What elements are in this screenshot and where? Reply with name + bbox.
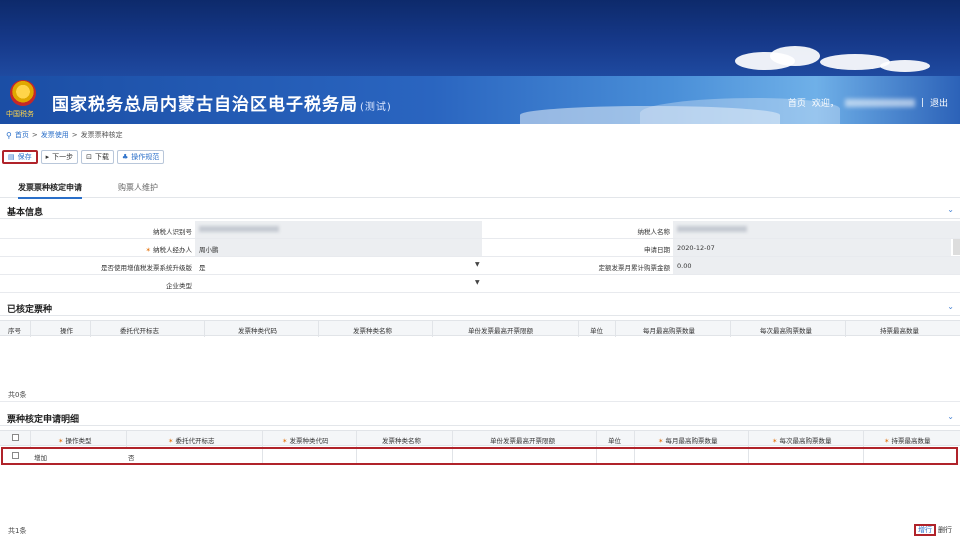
col-header: 单份发票最高开票限额 <box>490 437 555 445</box>
col-header: ✶ 操作类型 <box>58 437 92 445</box>
delete-row-button[interactable]: 删行 <box>938 525 952 535</box>
download-button[interactable]: ⊡ 下载 <box>81 150 115 164</box>
logout-link[interactable]: 退出 <box>930 96 948 109</box>
select-all-checkbox[interactable] <box>12 434 19 443</box>
col-header: ✶ 每次最高购票数量 <box>772 437 832 445</box>
side-scroll-handle[interactable] <box>953 239 960 255</box>
welcome-text: 欢迎， <box>811 99 839 109</box>
tab-buyer-maintain[interactable]: 购票人维护 <box>118 182 158 193</box>
approved-types-header[interactable]: 已核定票种 ⌄ <box>0 300 960 316</box>
site-title: 国家税务总局内蒙古自治区电子税务局 (测试) <box>52 95 392 115</box>
row-agent-flag[interactable]: 否 <box>128 452 135 462</box>
company-type-select[interactable] <box>195 275 482 292</box>
col-header: ✶ 发票种类代码 <box>282 437 329 445</box>
location-pin-icon: ⚲ <box>6 130 12 140</box>
taxpayer-id-value <box>195 221 482 238</box>
arrow-right-icon: ▸ <box>45 153 50 161</box>
col-header: ✶ 持票最高数量 <box>884 437 931 445</box>
col-header: 单位 <box>590 327 603 335</box>
chevron-down-icon[interactable]: ⌄ <box>947 205 954 214</box>
tax-emblem-icon <box>10 80 36 106</box>
header-sky <box>0 0 960 76</box>
taxpayer-name-label: 纳税人名称 <box>637 228 671 236</box>
detail-count: 共1条 <box>8 527 27 535</box>
col-header: 单份发票最高开票限额 <box>468 327 533 335</box>
save-button[interactable]: ▤ 保存 <box>2 150 38 164</box>
col-header: 操作 <box>60 327 73 335</box>
col-header: 发票种类代码 <box>238 327 277 335</box>
company-type-label: 企业类型 <box>166 282 192 290</box>
apply-date-value: 2020-12-07 <box>673 239 951 256</box>
tab-bar: 发票票种核定申请 购票人维护 <box>0 178 960 199</box>
home-link[interactable]: 首页 <box>788 96 806 109</box>
col-header: 每次最高购票数量 <box>760 327 812 335</box>
form-row-2: ✶ 纳税人经办人 周小鹏 申请日期 2020-12-07 <box>0 239 960 257</box>
breadcrumb-current: 发票票种核定 <box>80 131 123 139</box>
upgrade-select[interactable]: 是 <box>195 257 482 274</box>
form-row-3: 是否使用增值税发票系统升级版 是 ▼ 定额发票月累计购票金额 0.00 <box>0 257 960 275</box>
col-header: 发票种类名称 <box>382 437 421 445</box>
user-area: 首页 欢迎， | 退出 <box>787 96 948 110</box>
col-header: 每月最高购票数量 <box>643 327 695 335</box>
breadcrumb-invoice-use[interactable]: 发票使用 <box>41 130 69 140</box>
chevron-down-icon[interactable]: ⌄ <box>947 302 954 311</box>
toolbar: ▤ 保存 ▸ 下一步 ⊡ 下载 ♣ 操作规范 <box>2 150 165 164</box>
tab-apply[interactable]: 发票票种核定申请 <box>18 182 82 199</box>
detail-grid-header: ✶ 操作类型 ✶ 委托代开标志 ✶ 发票种类代码 发票种类名称 单份发票最高开票… <box>0 430 960 447</box>
save-icon: ▤ <box>8 153 15 161</box>
header-banner: 中国税务 国家税务总局内蒙古自治区电子税务局 (测试) 首页 欢迎， | 退出 <box>0 76 960 124</box>
col-header: 序号 <box>8 327 21 335</box>
col-header: ✶ 委托代开标志 <box>168 437 215 445</box>
table-row[interactable]: 增加 否 <box>0 449 960 463</box>
col-header: ✶ 每月最高购票数量 <box>658 437 718 445</box>
guide-button[interactable]: ♣ 操作规范 <box>117 150 165 164</box>
username-blurred <box>844 98 915 107</box>
col-header: 单位 <box>608 437 621 445</box>
agent-value: 周小鹏 <box>195 239 482 256</box>
people-icon: ♣ <box>122 153 129 161</box>
next-step-button[interactable]: ▸ 下一步 <box>40 150 79 164</box>
taxpayer-name-value <box>673 221 960 238</box>
basic-info-header[interactable]: 基本信息 ⌄ <box>0 203 960 219</box>
chevron-down-icon[interactable]: ⌄ <box>947 412 954 421</box>
form-row-1: 纳税人识别号 纳税人名称 <box>0 221 960 239</box>
taxpayer-id-label: 纳税人识别号 <box>153 228 192 236</box>
approved-grid-header: 序号 操作 委托代开标志 发票种类代码 发票种类名称 单份发票最高开票限额 单位… <box>0 320 960 337</box>
breadcrumb: ⚲ 首页 > 发票使用 > 发票票种核定 <box>6 130 123 140</box>
emblem-text: 中国税务 <box>6 110 34 118</box>
detail-header[interactable]: 票种核定申请明细 ⌄ <box>0 410 960 426</box>
quota-value: 0.00 <box>673 257 960 274</box>
form-row-4: 企业类型 ▼ <box>0 275 960 293</box>
dropdown-caret-icon[interactable]: ▼ <box>475 279 480 286</box>
apply-date-label: 申请日期 <box>644 246 670 254</box>
agent-label: ✶ 纳税人经办人 <box>145 246 192 254</box>
row-checkbox[interactable] <box>12 452 19 461</box>
dropdown-caret-icon[interactable]: ▼ <box>475 261 480 268</box>
col-header: 发票种类名称 <box>353 327 392 335</box>
col-header: 持票最高数量 <box>880 327 919 335</box>
quota-label: 定额发票月累计购票金额 <box>598 264 671 272</box>
upgrade-label: 是否使用增值税发票系统升级版 <box>101 264 192 272</box>
breadcrumb-home[interactable]: 首页 <box>15 130 29 140</box>
approved-count: 共0条 <box>8 391 27 399</box>
row-op-type[interactable]: 增加 <box>34 452 47 462</box>
row-actions: 增行 删行 <box>914 524 952 536</box>
add-row-button[interactable]: 增行 <box>914 524 936 536</box>
approved-grid-body <box>0 336 960 402</box>
download-icon: ⊡ <box>86 153 93 161</box>
col-header: 委托代开标志 <box>120 327 159 335</box>
